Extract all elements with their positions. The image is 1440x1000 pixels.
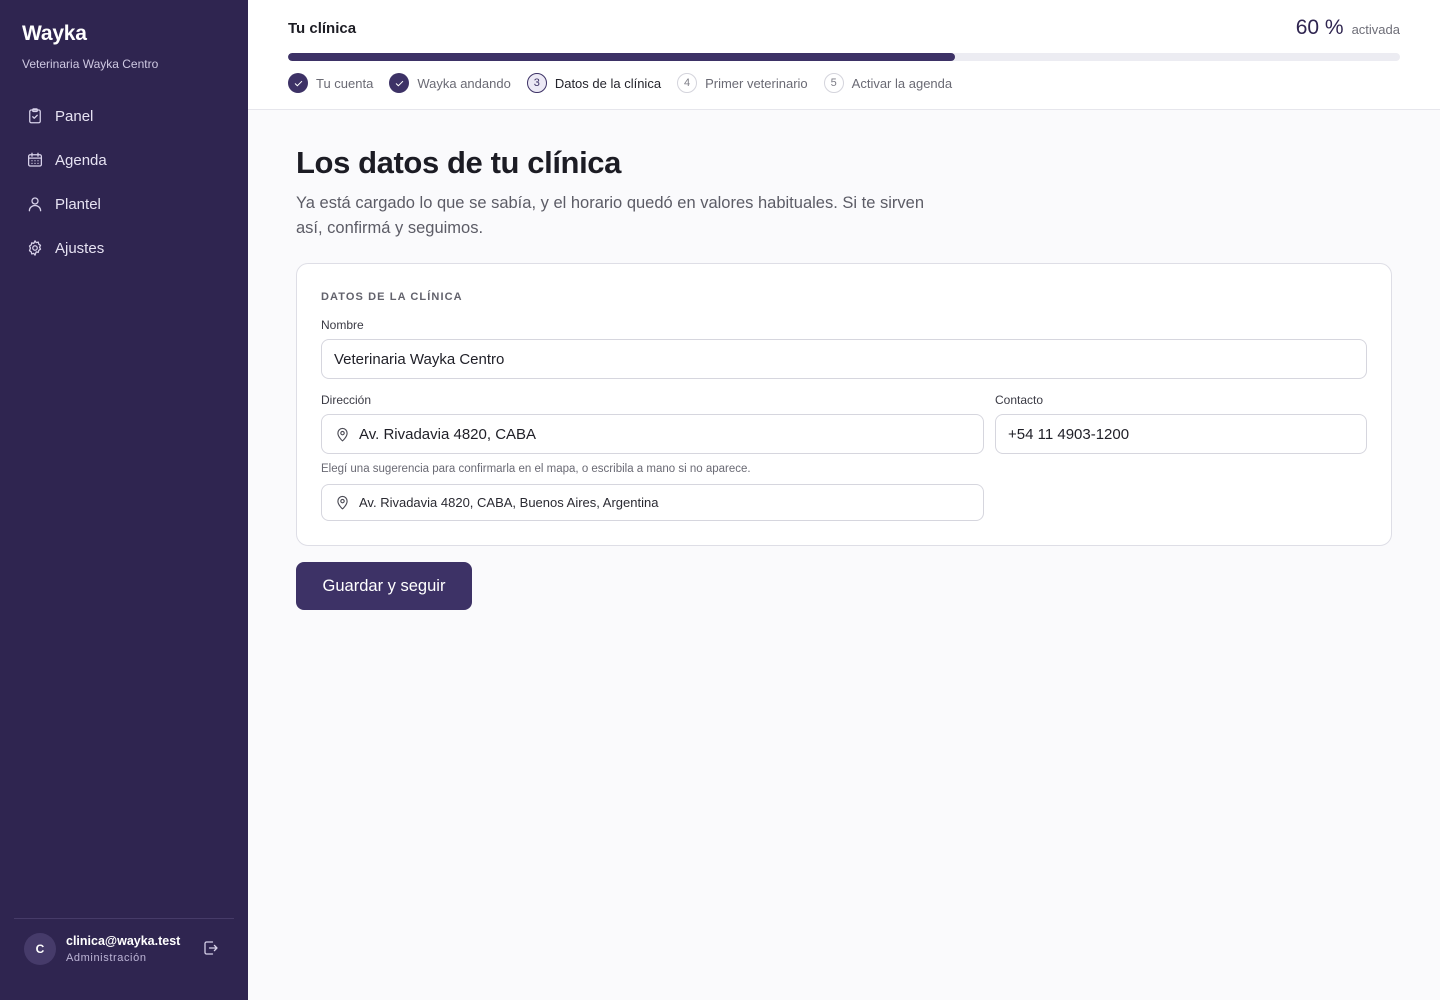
sidebar-divider [14,918,234,919]
step-number: 4 [677,73,698,93]
section-title: Los datos de tu clínica [296,145,621,180]
step-primer-veterinario[interactable]: 4 Primer veterinario [677,73,808,93]
check-icon [389,73,410,93]
sidebar-item-ajustes[interactable]: Ajustes [14,226,234,270]
address-label: Dirección [321,393,372,407]
contact-label: Contacto [995,393,1044,407]
brand-logo: Wayka [22,22,87,45]
suggestion-text: Av. Rivadavia 4820, CABA, Buenos Aires, … [359,495,659,510]
step-wayka-andando[interactable]: Wayka andando [389,73,511,93]
step-number: 5 [823,73,844,93]
sidebar-nav: Panel Agenda Plantel Ajustes [14,94,234,270]
sidebar-item-label: Plantel [55,195,101,213]
user-role: Administración [66,952,147,964]
gear-icon [26,239,44,257]
onboarding-header: Tu clínica 60 % activada Tu cuenta Wayka… [248,0,1440,110]
sidebar-item-label: Ajustes [55,239,105,257]
step-label: Wayka andando [417,75,511,91]
progress-fill [288,53,956,61]
contact-input[interactable]: +54 11 4903-1200 [995,414,1367,454]
name-value: Veterinaria Wayka Centro [334,350,505,368]
avatar[interactable]: C [24,933,56,965]
contact-value: +54 11 4903-1200 [1008,425,1130,443]
user-email: clinica@wayka.test [66,934,181,948]
percent-label: activada [1351,22,1400,37]
address-hint: Elegí una sugerencia para confirmarla en… [321,463,751,475]
name-input[interactable]: Veterinaria Wayka Centro [321,339,1367,379]
main-content: Los datos de tu clínica Ya está cargado … [248,111,1440,1000]
map-pin-icon [334,426,351,443]
clipboard-icon [26,107,44,125]
clinic-name: Veterinaria Wayka Centro [22,57,159,71]
user-icon [26,195,44,213]
step-label: Datos de la clínica [554,75,662,91]
sidebar-item-panel[interactable]: Panel [14,94,234,138]
address-value: Av. Rivadavia 4820, CABA [359,425,537,443]
step-number: 3 [526,73,547,93]
step-list: Tu cuenta Wayka andando 3 Datos de la cl… [288,73,968,93]
step-label: Primer veterinario [705,75,808,91]
intro-text: Ya está cargado lo que se sabía, y el ho… [296,194,924,237]
address-suggestion[interactable]: Av. Rivadavia 4820, CABA, Buenos Aires, … [321,484,984,521]
user-profile: C clinica@wayka.test Administración [24,932,234,966]
logout-icon[interactable] [202,939,220,957]
sidebar-item-plantel[interactable]: Plantel [14,182,234,226]
check-icon [288,73,308,93]
sidebar: Wayka Veterinaria Wayka Centro Panel Age… [0,0,248,1000]
calendar-icon [26,151,44,169]
sidebar-item-label: Agenda [55,151,107,169]
step-datos-clinica[interactable]: 3 Datos de la clínica [526,73,662,93]
activation-percent: 60 % activada [1296,16,1400,40]
name-label: Nombre [321,318,364,332]
step-label: Activar la agenda [851,75,953,91]
step-label: Tu cuenta [316,75,374,91]
percent-value: 60 % [1295,16,1344,39]
sidebar-item-agenda[interactable]: Agenda [14,138,234,182]
progress-bar [288,53,1400,61]
address-input[interactable]: Av. Rivadavia 4820, CABA [321,414,984,454]
sidebar-item-label: Panel [55,107,94,125]
save-continue-button[interactable]: Guardar y seguir [296,562,472,610]
step-activar-agenda[interactable]: 5 Activar la agenda [823,73,953,93]
page-title: Tu clínica [288,20,357,37]
clinic-data-card: DATOS DE LA CLÍNICA Nombre Veterinaria W… [296,263,1392,546]
card-title: DATOS DE LA CLÍNICA [321,291,463,303]
step-tu-cuenta[interactable]: Tu cuenta [288,73,373,93]
map-pin-icon [334,494,351,511]
